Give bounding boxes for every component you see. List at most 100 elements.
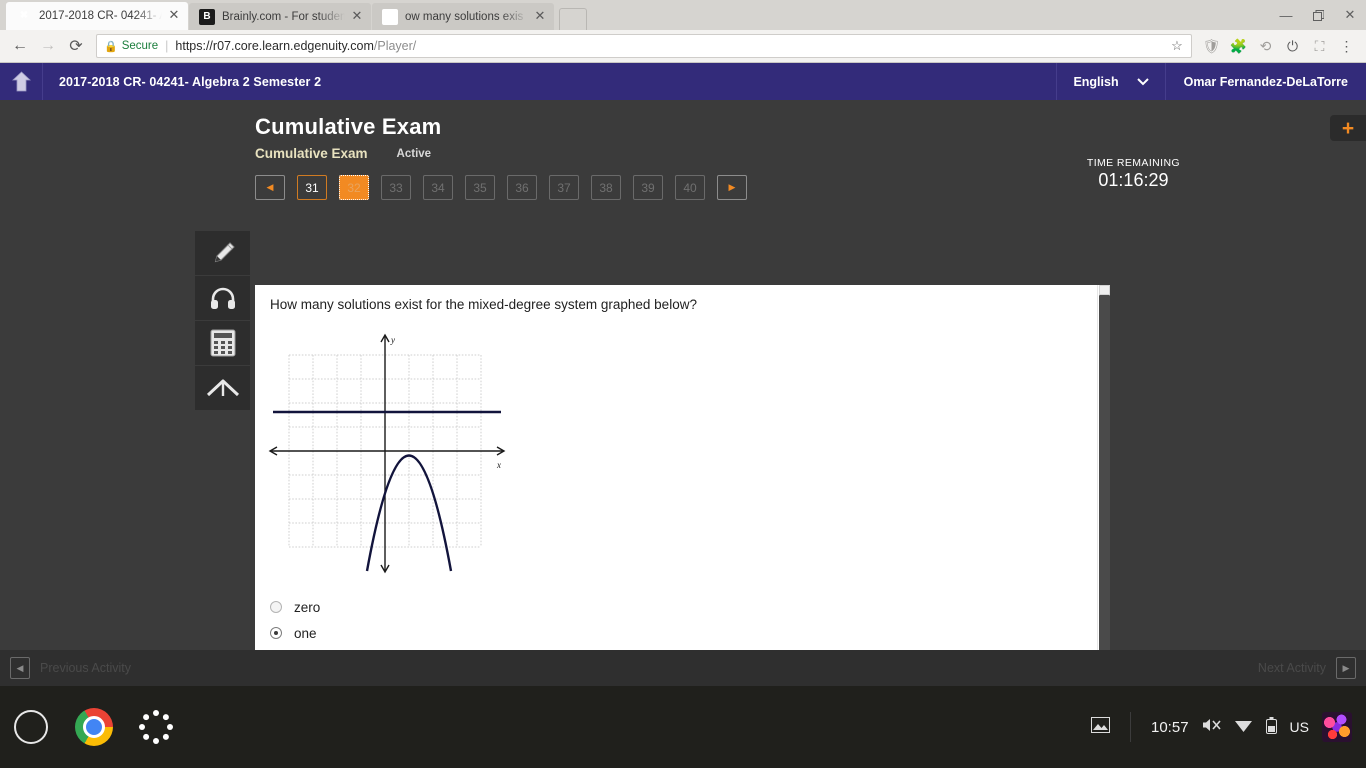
url-host: https://r07.core.learn.edgenuity.com bbox=[175, 39, 374, 53]
add-panel-button[interactable]: + bbox=[1330, 115, 1366, 141]
x-axis-label: x bbox=[496, 460, 501, 470]
browser-tab-1[interactable]: ✖ 2017-2018 CR- 04241- A ✕ bbox=[6, 2, 188, 30]
exam-subtitle: Cumulative Exam bbox=[255, 146, 368, 161]
maximize-button[interactable] bbox=[1302, 0, 1334, 30]
extension-puzzle-icon[interactable]: 🧩 bbox=[1225, 33, 1252, 60]
y-axis-label: y bbox=[390, 335, 395, 345]
scroll-up-arrow[interactable] bbox=[1099, 285, 1110, 295]
radio-button[interactable] bbox=[270, 601, 282, 613]
question-button-32[interactable]: 32 bbox=[339, 175, 369, 200]
cast-icon[interactable]: ⛶ bbox=[1306, 33, 1333, 60]
next-activity-label: Next Activity bbox=[1257, 661, 1326, 675]
audio-tool[interactable] bbox=[195, 276, 250, 321]
x-axis bbox=[268, 446, 506, 456]
power-icon[interactable]: ⏻ bbox=[1279, 33, 1306, 60]
x-logo-icon: ✖ bbox=[19, 10, 29, 21]
content-scrollbar[interactable] bbox=[1097, 285, 1110, 683]
question-navigation: ◀ 31 32 33 34 35 36 37 38 39 40 ▶ TIME R… bbox=[0, 157, 1366, 200]
choice-zero[interactable]: zero bbox=[270, 594, 1110, 620]
close-window-button[interactable]: ✕ bbox=[1334, 0, 1366, 30]
close-icon[interactable]: ✕ bbox=[532, 8, 548, 25]
chrome-app-icon[interactable] bbox=[75, 708, 113, 746]
question-button-38[interactable]: 38 bbox=[591, 175, 621, 200]
status-badge: Active bbox=[396, 147, 432, 160]
chrome-menu-icon[interactable]: ⋮ bbox=[1333, 33, 1360, 60]
language-label: English bbox=[1073, 74, 1119, 89]
close-icon[interactable]: ✕ bbox=[349, 8, 365, 25]
choice-label: zero bbox=[294, 599, 321, 615]
exam-title-area: Cumulative Exam Cumulative Exam Active bbox=[0, 100, 1366, 161]
question-body: How many solutions exist for the mixed-d… bbox=[255, 285, 1110, 683]
image-icon[interactable] bbox=[1091, 717, 1110, 737]
new-tab-button[interactable] bbox=[559, 8, 587, 30]
tab-title: ow many solutions exis bbox=[405, 10, 524, 23]
next-activity-button[interactable]: ▶ bbox=[1336, 657, 1356, 679]
activity-bar: ◀ Previous Activity Next Activity ▶ bbox=[0, 650, 1366, 686]
loading-spinner-icon[interactable] bbox=[139, 710, 173, 744]
browser-toolbar: ← → ⟳ 🔒 Secure | https://r07.core.learn.… bbox=[0, 30, 1366, 63]
os-taskbar: 10:57 US bbox=[0, 686, 1366, 768]
chevron-down-icon bbox=[1136, 75, 1149, 89]
shield-icon[interactable]: 🛡 bbox=[1198, 33, 1225, 60]
back-button[interactable]: ← bbox=[6, 32, 34, 60]
system-tray: 10:57 US bbox=[1091, 712, 1352, 742]
keyboard-language[interactable]: US bbox=[1290, 719, 1309, 735]
user-avatar[interactable] bbox=[1322, 712, 1352, 742]
y-axis bbox=[380, 333, 390, 574]
launcher-button[interactable] bbox=[14, 710, 48, 744]
collapse-tool[interactable] bbox=[195, 366, 250, 411]
timer-label: TIME REMAINING bbox=[1086, 157, 1180, 169]
tab-title: 2017-2018 CR- 04241- A bbox=[39, 10, 162, 22]
question-button-40[interactable]: 40 bbox=[675, 175, 705, 200]
question-button-36[interactable]: 36 bbox=[507, 175, 537, 200]
prev-question-button[interactable]: ◀ bbox=[255, 175, 285, 200]
highlighter-tool[interactable] bbox=[195, 231, 250, 276]
lock-icon: 🔒 bbox=[104, 40, 118, 53]
previous-activity-button[interactable]: ◀ bbox=[10, 657, 30, 679]
question-prompt: How many solutions exist for the mixed-d… bbox=[270, 297, 697, 312]
pencil-icon bbox=[214, 242, 235, 263]
choice-one[interactable]: one bbox=[270, 620, 1110, 646]
question-button-35[interactable]: 35 bbox=[465, 175, 495, 200]
secure-label: Secure bbox=[121, 40, 159, 52]
wifi-icon[interactable] bbox=[1234, 717, 1253, 737]
question-button-34[interactable]: 34 bbox=[423, 175, 453, 200]
forward-button[interactable]: → bbox=[34, 32, 62, 60]
question-button-39[interactable]: 39 bbox=[633, 175, 663, 200]
calculator-tool[interactable] bbox=[195, 321, 250, 366]
language-selector[interactable]: English bbox=[1056, 63, 1166, 100]
calculator-icon bbox=[210, 329, 235, 357]
headphones-icon bbox=[210, 287, 235, 309]
address-bar[interactable]: 🔒 Secure | https://r07.core.learn.edgenu… bbox=[96, 34, 1192, 58]
mixed-degree-system-graph: y x bbox=[268, 333, 506, 574]
app-header: 2017-2018 CR- 04241- Algebra 2 Semester … bbox=[0, 63, 1366, 100]
reload-button[interactable]: ⟳ bbox=[62, 32, 90, 60]
google-icon: G bbox=[382, 8, 398, 25]
history-icon[interactable]: ⟲ bbox=[1252, 33, 1279, 60]
browser-tab-3[interactable]: G ow many solutions exis ✕ bbox=[372, 3, 554, 30]
tab-title: Brainly.com - For studen bbox=[222, 10, 345, 23]
clock[interactable]: 10:57 bbox=[1151, 719, 1189, 736]
page-content: 2017-2018 CR- 04241- Algebra 2 Semester … bbox=[0, 63, 1366, 686]
scrollbar-thumb[interactable] bbox=[1099, 295, 1110, 660]
battery-icon[interactable] bbox=[1265, 716, 1277, 738]
close-icon[interactable]: ✕ bbox=[166, 8, 182, 24]
question-button-33[interactable]: 33 bbox=[381, 175, 411, 200]
browser-tab-2[interactable]: B Brainly.com - For studen ✕ bbox=[189, 3, 371, 30]
minimize-button[interactable]: — bbox=[1270, 0, 1302, 30]
next-question-button[interactable]: ▶ bbox=[717, 175, 747, 200]
bookmark-star-icon[interactable]: ☆ bbox=[1167, 38, 1187, 54]
question-button-31[interactable]: 31 bbox=[297, 175, 327, 200]
question-button-37[interactable]: 37 bbox=[549, 175, 579, 200]
chevron-up-icon bbox=[206, 379, 239, 397]
user-name[interactable]: Omar Fernandez-DeLaTorre bbox=[1166, 75, 1366, 89]
home-icon bbox=[11, 71, 31, 92]
radio-button-selected[interactable] bbox=[270, 627, 282, 639]
tool-rail bbox=[195, 231, 250, 411]
muted-speaker-icon[interactable] bbox=[1202, 717, 1221, 737]
home-button[interactable] bbox=[0, 63, 43, 100]
omnibox-divider: | bbox=[165, 39, 169, 53]
graph-figure: y x bbox=[255, 312, 1110, 582]
choice-label: one bbox=[294, 625, 317, 641]
tray-divider bbox=[1130, 712, 1131, 742]
